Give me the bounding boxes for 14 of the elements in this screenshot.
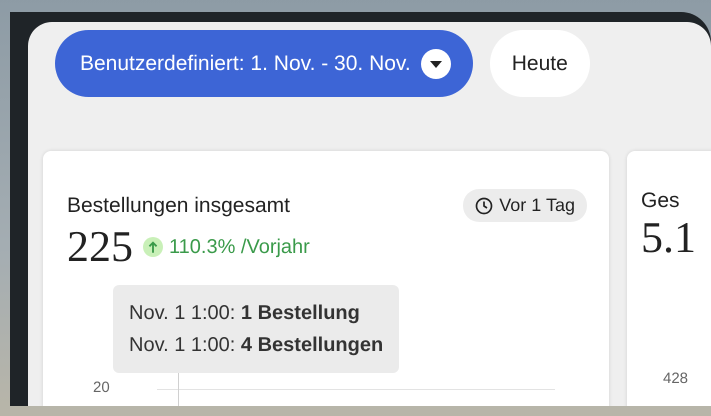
metric-value: 5.1 bbox=[641, 213, 696, 263]
axis-tick-label: 428 bbox=[663, 370, 688, 387]
caret-icon bbox=[420, 48, 451, 78]
metric-value: 225 bbox=[67, 222, 133, 272]
card-title: Bestellungen insgesamt bbox=[67, 194, 290, 218]
updated-badge: Vor 1 Tag bbox=[463, 189, 587, 222]
today-button[interactable]: Heute bbox=[490, 30, 590, 97]
tooltip-line: Nov. 1 1:00: 1 Bestellung bbox=[129, 301, 361, 326]
change-percentage: 110.3% /Vorjahr bbox=[169, 236, 310, 258]
date-range-dropdown[interactable]: Benutzerdefiniert: 1. Nov. - 30. Nov. bbox=[55, 30, 473, 97]
card-title: Ges bbox=[641, 189, 680, 213]
clock-icon bbox=[475, 196, 494, 214]
tooltip-line: Nov. 1 1:00: 4 Bestellungen bbox=[129, 333, 384, 358]
axis-tick-label: 20 bbox=[93, 379, 110, 396]
